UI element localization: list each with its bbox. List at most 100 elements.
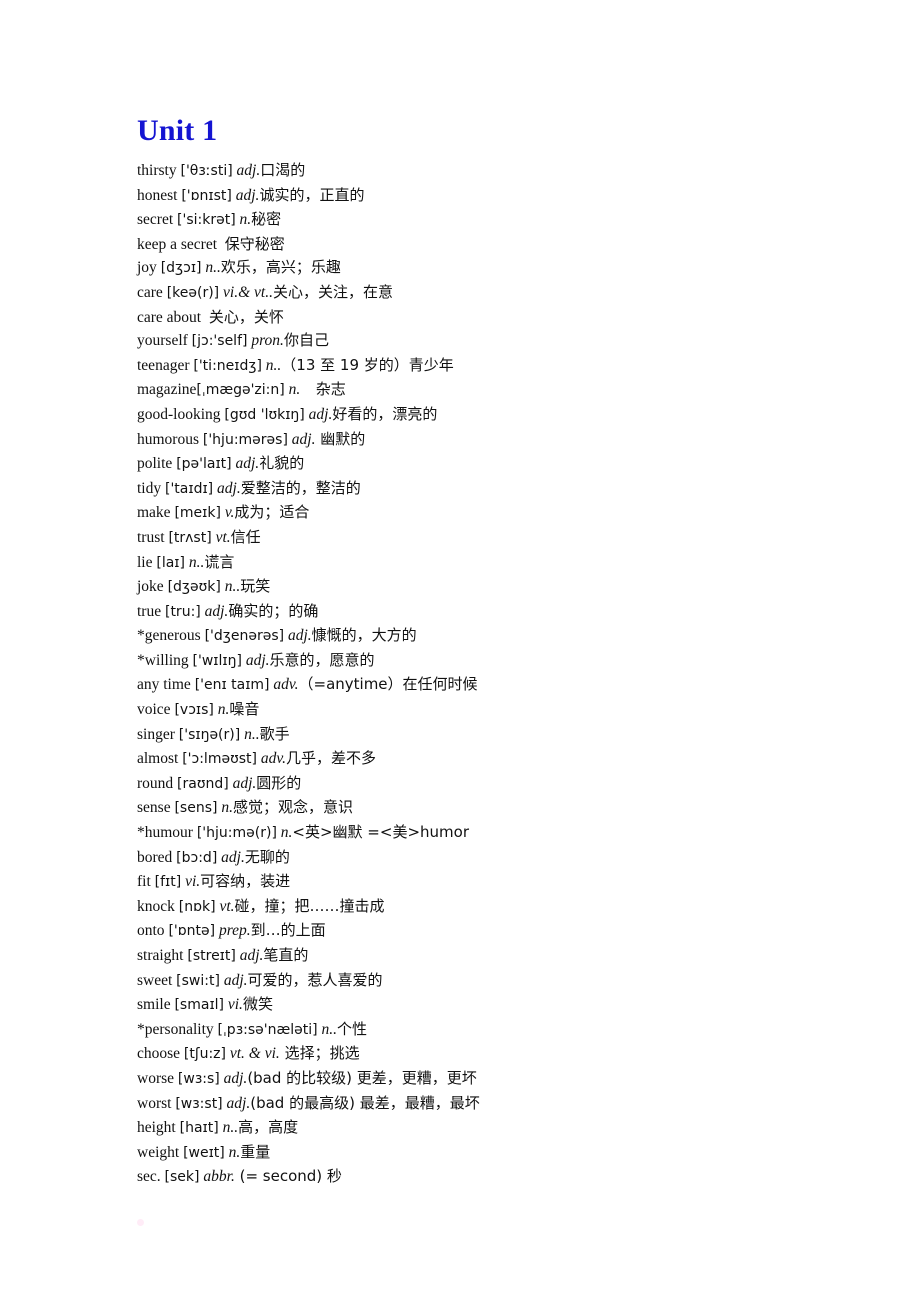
entry-part-of-speech: n.. <box>205 259 221 277</box>
entry-pronunciation: ['si:krət] <box>177 212 236 229</box>
entry-pronunciation: [smaɪl] <box>174 997 224 1014</box>
entry-definition: 口渴的 <box>260 161 306 179</box>
entry-part-of-speech: n. <box>228 1143 241 1161</box>
entry-word: polite <box>137 455 173 473</box>
entry-part-of-speech: adv. <box>260 750 286 768</box>
entry-definition: (= second) 秒 <box>234 1167 342 1186</box>
entry-part-of-speech: adj. <box>239 947 264 964</box>
entry-definition: 噪音 <box>229 700 260 719</box>
vocabulary-entry: trust [trʌst] vt.信任 <box>137 526 837 551</box>
entry-pronunciation: ['ɒntə] <box>168 923 216 940</box>
entry-part-of-speech: adj. <box>226 1094 251 1112</box>
entry-part-of-speech: adj. <box>236 162 261 179</box>
entry-pronunciation: [wɜ:st] <box>175 1095 223 1112</box>
entry-pronunciation: [weɪt] <box>183 1144 225 1161</box>
entry-part-of-speech: n.. <box>222 1119 239 1137</box>
entry-part-of-speech: adj. <box>245 651 270 669</box>
entry-pronunciation: [jɔ:'self] <box>191 333 248 350</box>
entry-word: round <box>137 774 174 792</box>
vocabulary-entry: care about 关心，关怀 <box>137 306 837 330</box>
entry-part-of-speech: n.. <box>244 725 260 743</box>
entry-word: *personality <box>137 1020 214 1038</box>
entry-definition: 到…的上面 <box>250 921 326 940</box>
entry-pronunciation: [sens] <box>174 800 218 817</box>
vocabulary-entry: choose [tʃu:z] vt. & vi. 选择；挑选 <box>137 1042 837 1067</box>
vocabulary-entry: make [meɪk] v.成为；适合 <box>137 501 837 526</box>
entry-definition: 慷慨的，大方的 <box>311 626 417 645</box>
entry-definition: 乐意的，愿意的 <box>269 650 375 669</box>
vocabulary-entry: onto ['ɒntə] prep.到…的上面 <box>137 919 837 944</box>
entry-word: voice <box>137 701 171 719</box>
entry-definition: <英>幽默 =<美>humor <box>292 823 469 842</box>
entry-word: good-looking <box>137 405 221 423</box>
entry-word: almost <box>137 750 179 768</box>
vocabulary-entry: thirsty ['θɜːsti] adj.口渴的 <box>137 159 837 184</box>
entry-word: keep a secret <box>137 235 218 253</box>
entry-definition: 微笑 <box>242 995 273 1014</box>
entry-definition: 可容纳，装进 <box>200 872 291 891</box>
entry-definition: 秘密 <box>251 210 282 229</box>
entry-pronunciation: [bɔ:d] <box>176 849 218 866</box>
entry-word: height <box>137 1119 176 1137</box>
entry-pronunciation: [keə(r)] <box>166 284 220 301</box>
entry-pronunciation: ['hju:mərəs] <box>202 431 288 448</box>
entry-pronunciation: [fɪt] <box>154 874 182 891</box>
entry-word: secret <box>137 211 174 229</box>
entry-definition: 碰，撞；把……撞击成 <box>234 896 385 915</box>
vocabulary-entry: joy [dʒɔɪ] n..欢乐，高兴；乐趣 <box>137 256 837 281</box>
entry-definition: 谎言 <box>204 552 235 571</box>
vocabulary-entry: weight [weɪt] n.重量 <box>137 1141 837 1166</box>
entry-word: any time <box>137 676 191 694</box>
vocabulary-entry: singer ['sɪŋə(r)] n..歌手 <box>137 723 837 748</box>
entry-part-of-speech: n. <box>280 824 293 842</box>
entry-definition: 爱整洁的，整洁的 <box>240 478 361 497</box>
entry-pronunciation: [meɪk] <box>174 505 221 522</box>
entry-definition: 圆形的 <box>256 773 302 792</box>
vocabulary-list: thirsty ['θɜːsti] adj.口渴的 honest ['ɒnɪst]… <box>137 159 837 1190</box>
entry-pronunciation: ['wɪlɪŋ] <box>192 652 242 669</box>
entry-part-of-speech: adj. <box>235 455 260 473</box>
entry-part-of-speech: n. <box>221 799 233 817</box>
entry-definition: （13 至 19 岁的）青少年 <box>281 355 454 374</box>
entry-definition: 欢乐，高兴；乐趣 <box>220 258 341 277</box>
entry-part-of-speech: n.. <box>224 578 241 596</box>
entry-definition: 诚实的，正直的 <box>259 185 365 204</box>
entry-part-of-speech: vi. <box>185 873 201 891</box>
vocabulary-entry: sec. [sek] abbr. (= second) 秒 <box>137 1165 837 1190</box>
entry-word: sec. <box>137 1168 161 1186</box>
entry-part-of-speech: vt. & vi. <box>229 1045 280 1063</box>
entry-definition: 歌手 <box>259 724 290 743</box>
vocabulary-entry: secret ['si:krət] n.秘密 <box>137 208 837 233</box>
entry-pronunciation: ['sɪŋə(r)] <box>178 726 241 743</box>
entry-definition: 你自己 <box>283 331 329 350</box>
entry-part-of-speech: adj. <box>223 971 248 989</box>
entry-definition: 成为；适合 <box>234 503 310 522</box>
entry-part-of-speech: adj. <box>232 774 257 792</box>
entry-word: knock <box>137 897 175 915</box>
vocabulary-entry: lie [laɪ] n..谎言 <box>137 551 837 576</box>
entry-definition: 个性 <box>336 1019 367 1038</box>
vocabulary-entry: knock [nɒk] vt.碰，撞；把……撞击成 <box>137 895 837 920</box>
entry-pronunciation: [gʊd 'lʊkɪŋ] <box>224 406 305 423</box>
entry-part-of-speech: n.. <box>188 553 205 571</box>
entry-part-of-speech: vi.& vt.. <box>223 283 273 301</box>
page-title: Unit 1 <box>137 114 218 147</box>
entry-pronunciation: [ˌmægə'zi:n] <box>196 382 285 399</box>
entry-word: smile <box>137 996 171 1014</box>
vocabulary-entry: round [raʊnd] adj.圆形的 <box>137 772 837 797</box>
entry-word: *humour <box>137 824 193 842</box>
entry-definition: 杂志 <box>315 380 346 399</box>
entry-definition: 选择；挑选 <box>279 1044 360 1063</box>
entry-word: trust <box>137 528 165 546</box>
entry-pronunciation: ['ɒnɪst] <box>181 187 232 204</box>
entry-word: lie <box>137 553 153 571</box>
entry-word: joke <box>137 578 164 596</box>
entry-word: care about <box>137 308 202 326</box>
entry-word: sense <box>137 799 171 817</box>
entry-part-of-speech: n.. <box>265 356 282 374</box>
vocabulary-entry: straight [streɪt] adj.笔直的 <box>137 944 837 969</box>
entry-definition: 玩笑 <box>240 577 271 596</box>
entry-pronunciation: [sek] <box>164 1169 200 1186</box>
entry-definition: 关心，关注，在意 <box>272 282 393 301</box>
entry-part-of-speech: adj. <box>223 1069 248 1087</box>
